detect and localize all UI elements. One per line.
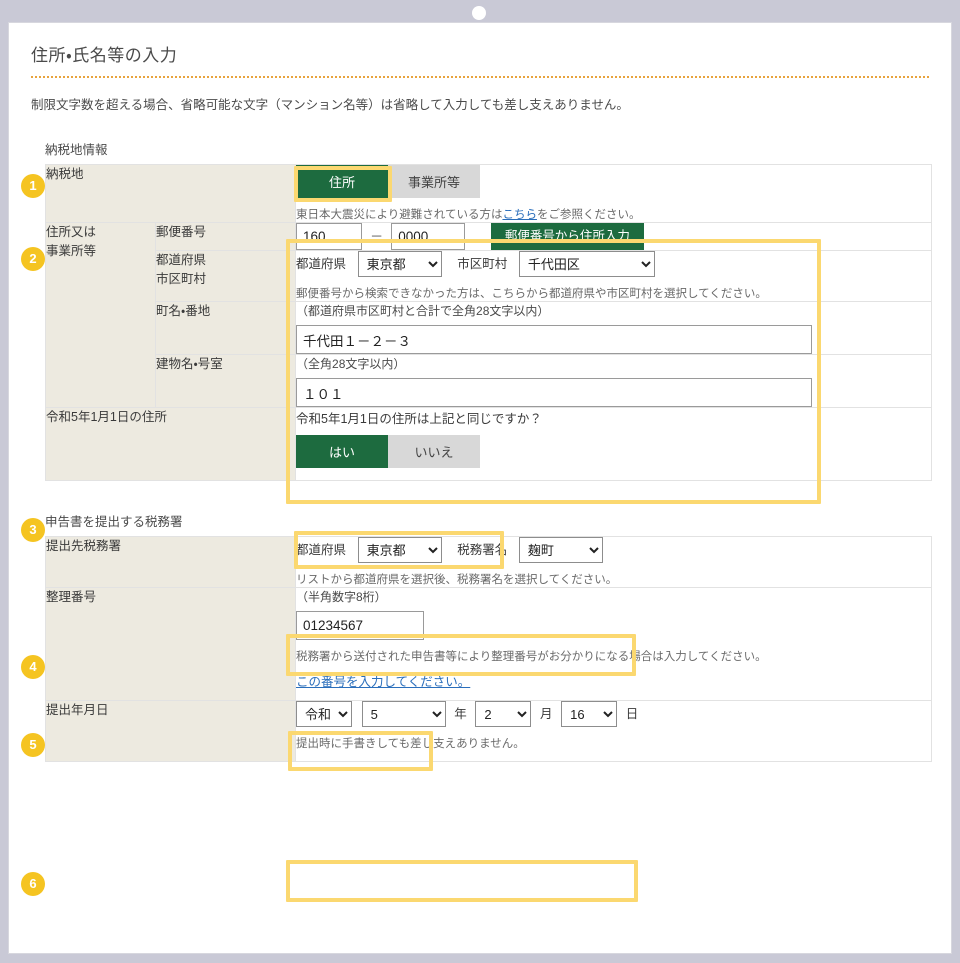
page-title: 住所・氏名等の入力: [31, 46, 178, 65]
label-address-or-office: 住所又は 事業所等: [45, 222, 156, 408]
label-submit-date: 提出年月日: [45, 700, 296, 762]
label-submit-office: 提出先税務署: [45, 536, 296, 588]
table-row-jan1-address: 令和5年1月1日の住所 令和5年1月1日の住所は上記と同じですか？ はい いいえ: [44, 407, 933, 481]
day-unit-label: 日: [625, 707, 639, 721]
label-jan1-address: 令和5年1月1日の住所: [44, 407, 297, 481]
seiri-input[interactable]: [296, 611, 424, 640]
year-unit-label: 年: [454, 707, 467, 721]
field-zip: － 郵便番号から住所入力: [295, 222, 933, 251]
label-tax-place: 納税地: [44, 164, 297, 223]
tax-place-table: 納税地 住所 事業所等 東日本大震災により避難されている方はこちらをご参照くださ…: [44, 164, 933, 481]
intro-note: 制限文字数を超える場合、省略可能な文字（マンション名等）は省略して入力しても差し…: [31, 98, 629, 112]
office-name-select[interactable]: 麹町: [518, 537, 603, 563]
month-select[interactable]: 2: [475, 701, 532, 727]
label-address-line2: 事業所等: [46, 244, 97, 259]
badge-4: 4: [21, 655, 45, 679]
field-jan1-address: 令和5年1月1日の住所は上記と同じですか？ はい いいえ: [295, 407, 933, 481]
toggle-address[interactable]: 住所: [296, 165, 389, 198]
field-seiri: （半角数字8桁） 税務署から送付された申告書等により整理番号がお分かりになる場合…: [295, 587, 932, 701]
label-pref-city-line1: 都道府県: [156, 253, 207, 267]
year-select[interactable]: 5: [361, 701, 446, 727]
label-zip: 郵便番号: [154, 222, 297, 251]
badge-6: 6: [21, 872, 45, 896]
office-hint: リストから都道府県を選択後、税務署名を選択してください。: [296, 574, 618, 586]
field-building: （全角28文字以内）: [295, 354, 933, 408]
table-row-tax-place-type: 納税地 住所 事業所等 東日本大震災により避難されている方はこちらをご参照くださ…: [44, 164, 933, 223]
field-tax-place-type: 住所 事業所等 東日本大震災により避難されている方はこちらをご参照ください。: [295, 164, 933, 223]
badge-3: 3: [21, 518, 45, 542]
building-char-limit: （全角28文字以内）: [296, 357, 406, 371]
table-row-zip: 住所又は 事業所等 郵便番号 － 郵便番号から住所入力: [45, 222, 933, 408]
table-row-submit-date: 提出年月日 令和 5 年 2 月 16 日 提出時に手書きしても差し支えありませ…: [45, 700, 932, 762]
seiri-hint: 税務署から送付された申告書等により整理番号がお分かりになる場合は入力してください…: [296, 651, 767, 663]
label-pref-city: 都道府県 市区町村: [154, 250, 297, 302]
date-hint: 提出時に手書きしても差し支えありません。: [296, 738, 525, 750]
pref-city-hint: 郵便番号から検索できなかった方は、こちらから都道府県や市区町村を選択してください…: [296, 288, 767, 300]
jan1-toggle-group[interactable]: はい いいえ: [296, 435, 481, 468]
highlight-date-selects: [286, 860, 638, 902]
table-row-office: 提出先税務署 都道府県 東京都 税務署名 麹町 リストから都道府県を選択後、税務…: [45, 536, 932, 588]
tax-office-table: 提出先税務署 都道府県 東京都 税務署名 麹町 リストから都道府県を選択後、税務…: [45, 536, 932, 762]
table-row-seiri: 整理番号 （半角数字8桁） 税務署から送付された申告書等により整理番号がお分かり…: [45, 587, 932, 701]
label-pref-city-line2: 市区町村: [156, 272, 207, 287]
window-top-bar: [0, 0, 960, 22]
label-town: 町名・番地: [154, 301, 297, 355]
city-select-label: 市区町村: [457, 257, 508, 271]
section-heading-tax-office: 申告書を提出する税務署: [45, 515, 183, 529]
tax-place-toggle-group[interactable]: 住所 事業所等: [296, 165, 481, 198]
pref-select-label: 都道府県: [296, 257, 347, 271]
office-name-label: 税務署名: [457, 543, 508, 557]
zip-second-input[interactable]: [391, 223, 466, 250]
page-sheet: 住所・氏名等の入力 制限文字数を超える場合、省略可能な文字（マンション名等）は省…: [8, 22, 952, 954]
toggle-no[interactable]: いいえ: [388, 435, 481, 468]
day-select[interactable]: 16: [561, 701, 618, 727]
office-pref-label: 都道府県: [296, 543, 347, 557]
field-submit-office: 都道府県 東京都 税務署名 麹町 リストから都道府県を選択後、税務署名を選択して…: [295, 536, 932, 588]
zip-lookup-button[interactable]: 郵便番号から住所入力: [490, 223, 644, 250]
field-pref-city: 都道府県 東京都 市区町村 千代田区 郵便番号から検索できなかった方は、こちらか…: [295, 250, 933, 302]
field-submit-date: 令和 5 年 2 月 16 日 提出時に手書きしても差し支えありません。: [295, 700, 932, 762]
zip-dash: －: [370, 229, 384, 244]
office-prefecture-select[interactable]: 東京都: [357, 537, 442, 563]
label-seiri: 整理番号: [45, 587, 296, 701]
zip-first-input[interactable]: [296, 223, 363, 250]
section-heading-tax-place: 納税地情報: [45, 143, 108, 157]
seiri-number-link[interactable]: この番号を入力してください。: [296, 675, 470, 689]
building-input[interactable]: [296, 378, 813, 407]
seiri-char-limit: （半角数字8桁）: [296, 590, 387, 604]
toggle-yes[interactable]: はい: [296, 435, 389, 468]
disaster-evacuation-note: 東日本大震災により避難されている方はこちらをご参照ください。: [296, 198, 931, 222]
badge-1: 1: [21, 174, 45, 198]
disaster-note-after: をご参照ください。: [536, 209, 641, 221]
table-row-pref-city: 都道府県 市区町村 都道府県 東京都 市区町村 千代田区 郵便番号から検索できな…: [46, 250, 933, 302]
field-town: （都道府県市区町村と合計で全角28文字以内）: [295, 301, 933, 355]
table-row-building: 建物名・号室 （全角28文字以内）: [46, 354, 933, 408]
table-row-town: 町名・番地 （都道府県市区町村と合計で全角28文字以内）: [46, 301, 933, 355]
label-building: 建物名・号室: [154, 354, 297, 408]
city-select[interactable]: 千代田区: [518, 251, 655, 277]
loading-dot-icon: [472, 6, 486, 20]
town-char-limit: （都道府県市区町村と合計で全角28文字以内）: [296, 304, 550, 318]
badge-2: 2: [21, 247, 45, 271]
disaster-note-link[interactable]: こちら: [502, 209, 537, 221]
disaster-note-before: 東日本大震災により避難されている方は: [296, 209, 503, 221]
month-unit-label: 月: [540, 707, 553, 721]
jan1-question: 令和5年1月1日の住所は上記と同じですか？: [296, 412, 542, 426]
toggle-office[interactable]: 事業所等: [388, 165, 481, 198]
era-select[interactable]: 令和: [296, 701, 352, 727]
badge-5: 5: [21, 733, 45, 757]
prefecture-select[interactable]: 東京都: [357, 251, 442, 277]
label-address-line1: 住所又は: [46, 225, 97, 239]
town-input[interactable]: [296, 325, 813, 354]
